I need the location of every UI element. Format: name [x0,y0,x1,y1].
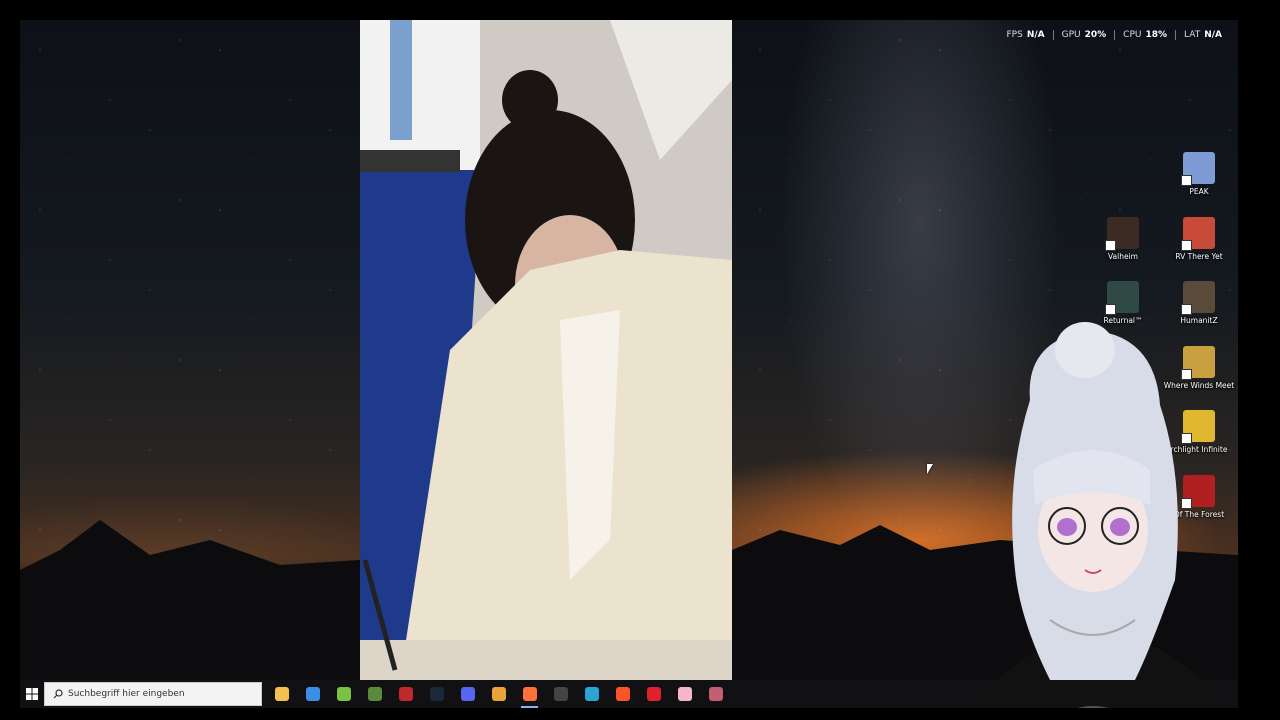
chrome-icon [491,687,506,701]
steam-icon [429,687,444,701]
peak-icon [1181,152,1215,186]
valheim-icon [1105,217,1139,251]
taskbar-app-brave[interactable] [607,680,638,708]
humanitz-icon [1181,281,1215,315]
taskbar-app-minecraft[interactable] [359,680,390,708]
taskbar-search-box[interactable]: Suchbegriff hier eingeben [44,682,262,706]
game-app-icon [398,687,413,701]
desktop-screen: FPS N/A GPU 20% CPU 18% LAT N/A PEAK Valheim… [20,20,1238,708]
discord-icon [460,687,475,701]
taskbar-app-app[interactable] [576,680,607,708]
returnal-icon [1105,281,1139,315]
desktop-shortcut-humanitz[interactable]: HumanitZ [1163,281,1235,325]
fps-readout: FPS N/A [1006,30,1045,40]
taskbar-app-opera[interactable] [638,680,669,708]
taskbar-app-steam[interactable] [421,680,452,708]
photo-app-icon [677,687,692,701]
file-explorer-icon [274,687,289,701]
minecraft-icon [367,687,382,701]
android-app-icon [336,687,351,701]
mouse-cursor [927,464,933,474]
desktop-shortcut-rv-there-yet[interactable]: RV There Yet [1163,217,1235,261]
taskbar-app-discord[interactable] [452,680,483,708]
windows-logo-icon [26,688,38,700]
desktop-shortcut-peak[interactable]: PEAK [1163,152,1235,196]
vtuber-avatar [973,322,1224,708]
cpu-readout: CPU 18% [1123,30,1168,40]
start-button[interactable] [20,680,44,708]
taskbar-app-android-app[interactable] [328,680,359,708]
taskbar-app-store[interactable] [297,680,328,708]
desktop-shortcut-returnal[interactable]: Returnal™ [1087,281,1159,325]
taskbar-app-photo-app[interactable] [669,680,700,708]
performance-overlay: FPS N/A GPU 20% CPU 18% LAT N/A [1000,30,1228,40]
latency-readout: LAT N/A [1184,30,1222,40]
brave-icon [615,687,630,701]
search-placeholder: Suchbegriff hier eingeben [68,689,185,699]
search-icon [53,689,63,699]
vtuber-app-icon [708,687,723,701]
desktop-shortcut-valheim[interactable]: Valheim [1087,217,1159,261]
video-frame [360,20,732,680]
store-icon [305,687,320,701]
gpu-readout: GPU 20% [1061,30,1107,40]
opera-icon [646,687,661,701]
firefox-icon [522,687,537,701]
taskbar-app-firefox[interactable] [514,680,545,708]
app-icon [584,687,599,701]
taskbar-pinned-apps [266,680,731,708]
rv-there-yet-icon [1181,217,1215,251]
taskbar-app-game-app[interactable] [390,680,421,708]
taskbar-app-file-explorer[interactable] [266,680,297,708]
video-panel[interactable] [360,20,732,680]
taskbar-app-chrome[interactable] [483,680,514,708]
obs-icon [553,687,568,701]
taskbar-app-vtuber-app[interactable] [700,680,731,708]
taskbar-app-obs[interactable] [545,680,576,708]
